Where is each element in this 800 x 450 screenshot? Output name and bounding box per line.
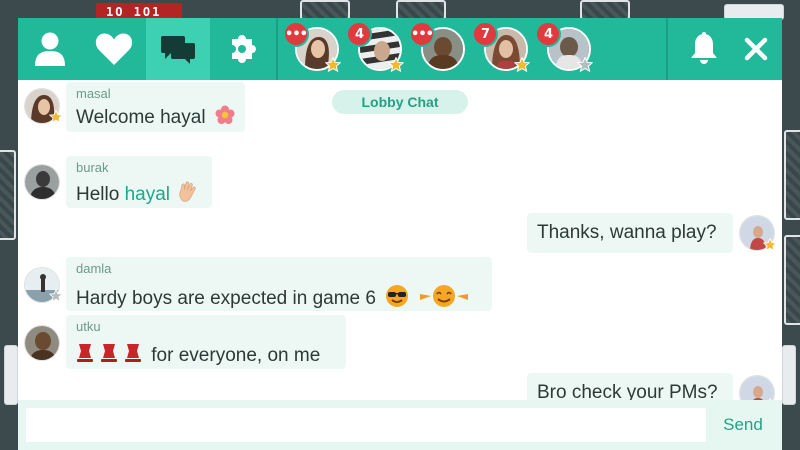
- conversation-avatar-2[interactable]: 4: [346, 21, 404, 73]
- tab-profile[interactable]: [18, 18, 82, 80]
- message-bubble: damla Hardy boys are expected in game 6: [66, 257, 492, 311]
- heart-icon: [95, 32, 133, 66]
- person-icon: [34, 31, 66, 67]
- divider: [666, 18, 668, 80]
- tab-chat[interactable]: [146, 18, 210, 80]
- send-button[interactable]: Send: [708, 408, 778, 442]
- tab-puzzle[interactable]: [210, 18, 274, 80]
- close-icon: [744, 37, 768, 61]
- message-bubble: burak Hello hayal: [66, 156, 212, 208]
- close-button[interactable]: [726, 18, 782, 80]
- star-icon: [49, 289, 63, 303]
- chat-bubbles-icon: [160, 34, 196, 64]
- user-mention[interactable]: hayal: [125, 184, 170, 205]
- message-username[interactable]: utku: [76, 319, 101, 334]
- message-username[interactable]: masal: [76, 86, 111, 101]
- unread-badge: 7: [472, 21, 498, 47]
- message-bubble: masal Welcome hayal: [66, 82, 245, 132]
- avatar[interactable]: [24, 325, 60, 361]
- message-input[interactable]: [26, 408, 706, 442]
- chat-area: Lobby Chat masal Welcome hayal burak Hel…: [18, 80, 782, 413]
- room-label: Lobby Chat: [332, 90, 468, 114]
- background-card: [782, 345, 796, 405]
- unread-badge: •••: [283, 21, 309, 47]
- flower-icon: [215, 105, 235, 125]
- star-icon: [49, 110, 63, 124]
- message-text: Thanks, wanna play?: [537, 222, 717, 243]
- bell-icon: [689, 32, 719, 66]
- message-username[interactable]: damla: [76, 261, 111, 276]
- conversation-avatar-5[interactable]: 4: [535, 21, 593, 73]
- message-text: Welcome hayal: [76, 105, 235, 129]
- message-text: Hello hayal: [76, 181, 199, 206]
- puzzle-icon: [224, 31, 260, 67]
- message-bubble: utku for everyone, on me: [66, 315, 346, 369]
- background-card: [784, 235, 800, 325]
- tea-glass-icon: [76, 342, 146, 364]
- background-card: [0, 150, 16, 240]
- unread-badge: •••: [409, 21, 435, 47]
- background-card: [300, 0, 350, 20]
- tab-favorites[interactable]: [82, 18, 146, 80]
- unread-badge: 4: [346, 21, 372, 47]
- divider: [276, 18, 278, 80]
- top-bar: ••• 4 ••• 7 4: [18, 18, 782, 80]
- waving-hand-icon: [177, 181, 199, 203]
- sunglasses-face-icon: [385, 284, 409, 308]
- background-card: [4, 345, 18, 405]
- star-icon: [763, 238, 777, 252]
- star-icon: [388, 57, 404, 73]
- message-text: Hardy boys are expected in game 6: [76, 284, 469, 310]
- background-card: [784, 130, 800, 220]
- conversation-avatar-1[interactable]: •••: [283, 21, 341, 73]
- message-text: for everyone, on me: [76, 342, 320, 367]
- message-username[interactable]: burak: [76, 160, 109, 175]
- background-card: [396, 0, 446, 20]
- chat-panel: ••• 4 ••• 7 4 Lobby Chat masal Welcome h…: [18, 18, 782, 450]
- message-input-bar: Send: [18, 400, 782, 450]
- conversation-avatar-4[interactable]: 7: [472, 21, 530, 73]
- background-card: [580, 0, 630, 20]
- avatar[interactable]: [24, 164, 60, 200]
- star-icon: [325, 57, 341, 73]
- message-bubble-own: Thanks, wanna play?: [527, 213, 733, 253]
- star-icon: [514, 57, 530, 73]
- conversation-avatar-3[interactable]: •••: [409, 21, 465, 71]
- unread-badge: 4: [535, 21, 561, 47]
- dancing-face-icon: [419, 284, 469, 308]
- star-icon: [577, 57, 593, 73]
